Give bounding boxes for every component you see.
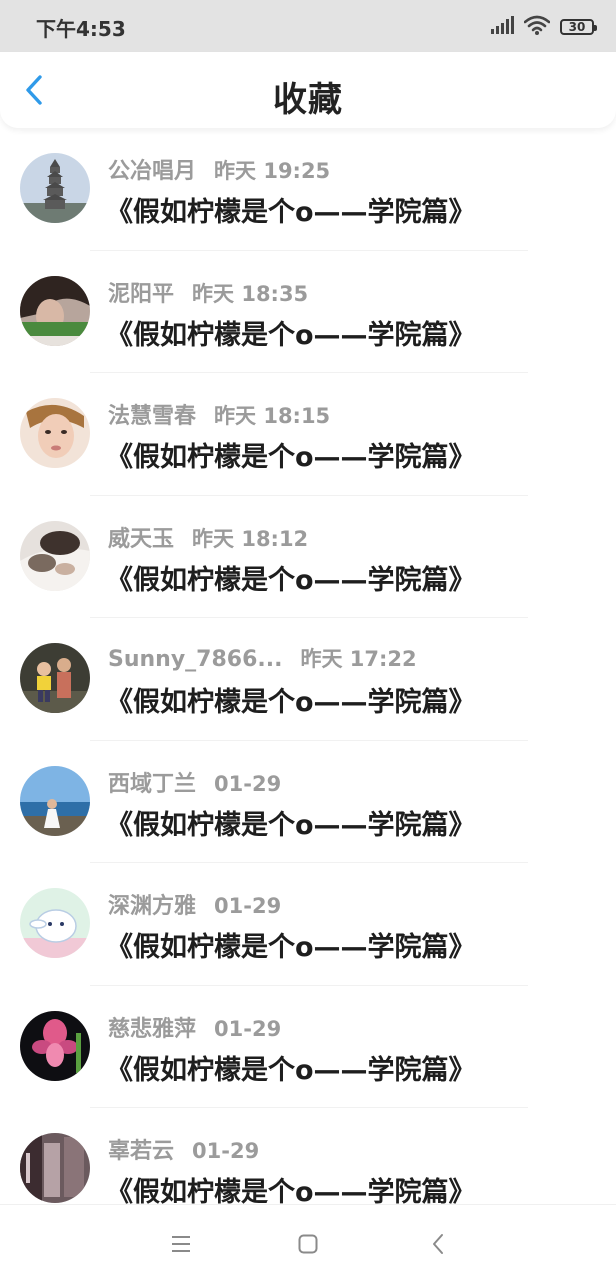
item-meta: 威天玉 昨天 18:12 bbox=[108, 521, 309, 552]
item-meta: 西域丁兰 01-29 bbox=[108, 766, 282, 797]
item-time: 01-29 bbox=[192, 1139, 260, 1163]
favorites-screen: 下午4:53 30 收藏 公冶唱月 昨天 19:25 《假如柠檬是个o——学院篇… bbox=[0, 0, 616, 1280]
author-name: 慈悲雅萍 bbox=[108, 1016, 197, 1042]
item-time: 昨天 18:35 bbox=[192, 281, 309, 306]
list-item[interactable]: 法慧雪春 昨天 18:15 《假如柠檬是个o——学院篇》 bbox=[0, 373, 616, 496]
author-name: 深渊方雅 bbox=[108, 894, 197, 919]
menu-button[interactable] bbox=[167, 1230, 195, 1258]
item-meta: 深渊方雅 01-29 bbox=[108, 888, 282, 919]
item-meta: 泥阳平 昨天 18:35 bbox=[108, 276, 309, 307]
item-time: 昨天 17:22 bbox=[300, 647, 417, 671]
item-title: 《假如柠檬是个o——学院篇》 bbox=[106, 687, 476, 718]
nav-back-button[interactable] bbox=[424, 1230, 452, 1258]
nav-back-icon bbox=[433, 1234, 443, 1254]
avatar[interactable] bbox=[20, 888, 90, 958]
avatar[interactable] bbox=[20, 1133, 90, 1203]
list-item[interactable]: 辜若云 01-29 《假如柠檬是个o——学院篇》 bbox=[0, 1108, 616, 1204]
battery-level: 30 bbox=[568, 20, 586, 34]
item-time: 01-29 bbox=[214, 1016, 282, 1041]
status-time: 下午4:53 bbox=[36, 17, 126, 41]
item-title: 《假如柠檬是个o——学院篇》 bbox=[106, 1177, 476, 1204]
item-meta: 辜若云 01-29 bbox=[108, 1133, 260, 1164]
app-header: 收藏 bbox=[0, 52, 616, 128]
avatar[interactable] bbox=[20, 520, 90, 591]
author-name: 辜若云 bbox=[108, 1139, 175, 1164]
item-meta: 慈悲雅萍 01-29 bbox=[108, 1011, 282, 1042]
page-title: 收藏 bbox=[273, 80, 343, 120]
item-title: 《假如柠檬是个o——学院篇》 bbox=[106, 442, 476, 473]
item-meta: Sunny_7866... 昨天 17:22 bbox=[108, 643, 417, 673]
list-item[interactable]: 公冶唱月 昨天 19:25 《假如柠檬是个o——学院篇》 bbox=[0, 128, 616, 251]
status-bar: 下午4:53 30 bbox=[0, 0, 616, 52]
item-time: 01-29 bbox=[214, 894, 282, 918]
avatar[interactable] bbox=[20, 643, 90, 713]
item-title: 《假如柠檬是个o——学院篇》 bbox=[106, 809, 476, 841]
favorites-list: 公冶唱月 昨天 19:25 《假如柠檬是个o——学院篇》 泥阳平 昨天 18:35 … bbox=[0, 128, 616, 1204]
list-item[interactable]: 威天玉 昨天 18:12 《假如柠檬是个o——学院篇》 bbox=[0, 496, 616, 618]
item-time: 昨天 18:15 bbox=[214, 404, 331, 428]
author-name: 公冶唱月 bbox=[108, 159, 197, 184]
item-time: 昨天 19:25 bbox=[214, 159, 331, 183]
author-name: Sunny_7866... bbox=[108, 647, 283, 672]
author-name: 威天玉 bbox=[108, 526, 175, 552]
item-time: 昨天 18:12 bbox=[192, 526, 309, 551]
author-name: 法慧雪春 bbox=[108, 404, 197, 429]
item-title: 《假如柠檬是个o——学院篇》 bbox=[106, 197, 476, 228]
signal-icon bbox=[490, 16, 514, 38]
avatar[interactable] bbox=[20, 1010, 90, 1081]
list-item[interactable]: 西域丁兰 01-29 《假如柠檬是个o——学院篇》 bbox=[0, 741, 616, 863]
item-time: 01-29 bbox=[214, 771, 282, 796]
item-title: 《假如柠檬是个o——学院篇》 bbox=[106, 1054, 476, 1086]
menu-icon bbox=[172, 1236, 190, 1252]
avatar[interactable] bbox=[20, 275, 90, 346]
item-meta: 公冶唱月 昨天 19:25 bbox=[108, 153, 331, 184]
avatar[interactable] bbox=[20, 765, 90, 836]
status-icons: 30 bbox=[490, 14, 597, 40]
item-meta: 法慧雪春 昨天 18:15 bbox=[108, 398, 331, 429]
list-item[interactable]: 深渊方雅 01-29 《假如柠檬是个o——学院篇》 bbox=[0, 863, 616, 986]
home-square-icon bbox=[298, 1234, 318, 1254]
list-item[interactable]: Sunny_7866... 昨天 17:22 《假如柠檬是个o——学院篇》 bbox=[0, 618, 616, 741]
battery-icon: 30 bbox=[560, 19, 597, 35]
system-nav-bar bbox=[0, 1204, 616, 1280]
item-title: 《假如柠檬是个o——学院篇》 bbox=[106, 932, 476, 963]
list-item[interactable]: 泥阳平 昨天 18:35 《假如柠檬是个o——学院篇》 bbox=[0, 251, 616, 373]
item-title: 《假如柠檬是个o——学院篇》 bbox=[106, 319, 476, 351]
list-item[interactable]: 慈悲雅萍 01-29 《假如柠檬是个o——学院篇》 bbox=[0, 986, 616, 1108]
avatar[interactable] bbox=[20, 153, 90, 223]
item-title: 《假如柠檬是个o——学院篇》 bbox=[106, 564, 476, 596]
wifi-icon bbox=[523, 15, 551, 39]
avatar[interactable] bbox=[20, 398, 90, 468]
author-name: 泥阳平 bbox=[108, 281, 175, 307]
home-button[interactable] bbox=[294, 1230, 322, 1258]
author-name: 西域丁兰 bbox=[108, 771, 197, 797]
